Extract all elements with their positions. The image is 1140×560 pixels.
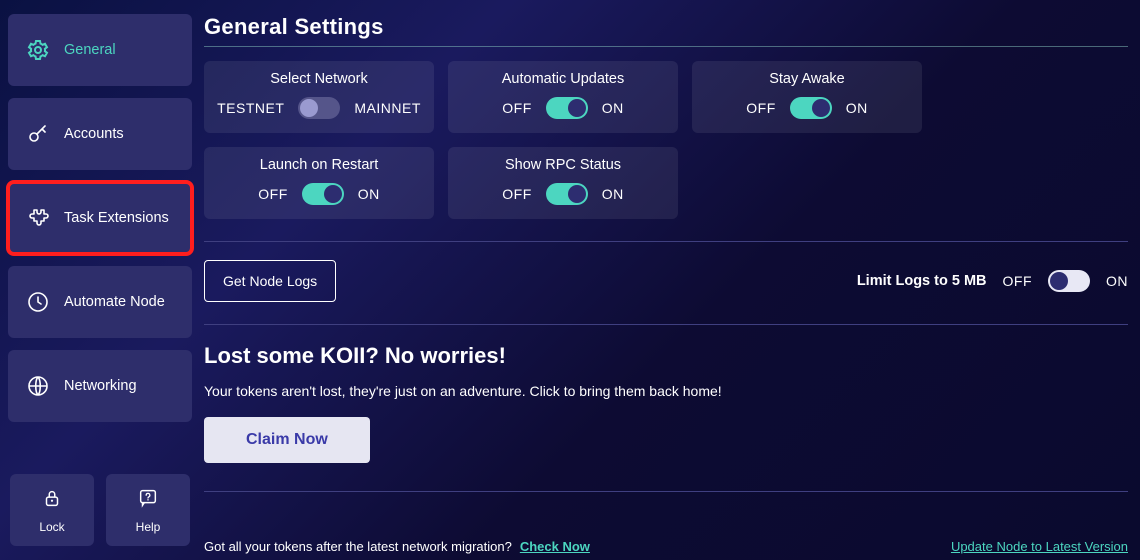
sidebar-item-label: Networking bbox=[64, 378, 137, 394]
toggle-left-label: OFF bbox=[502, 100, 532, 116]
toggle-right-label: ON bbox=[1106, 273, 1128, 289]
page-title: General Settings bbox=[204, 14, 1128, 40]
toggle-launch-on-restart[interactable] bbox=[302, 183, 344, 205]
toggle-select-network[interactable] bbox=[298, 97, 340, 119]
card-stay-awake: Stay Awake OFF ON bbox=[692, 61, 922, 133]
toggle-left-label: OFF bbox=[746, 100, 776, 116]
sidebar: General Accounts Task Extensions bbox=[0, 0, 200, 560]
footer-question: Got all your tokens after the latest net… bbox=[204, 539, 512, 554]
toggle-right-label: ON bbox=[602, 186, 624, 202]
card-show-rpc-status: Show RPC Status OFF ON bbox=[448, 147, 678, 219]
toggle-left-label: TESTNET bbox=[217, 100, 284, 116]
sidebar-item-general[interactable]: General bbox=[8, 14, 192, 86]
sidebar-item-networking[interactable]: Networking bbox=[8, 350, 192, 422]
card-launch-on-restart: Launch on Restart OFF ON bbox=[204, 147, 434, 219]
globe-icon bbox=[26, 374, 50, 398]
lock-button[interactable]: Lock bbox=[10, 474, 94, 546]
toggle-right-label: ON bbox=[358, 186, 380, 202]
get-node-logs-button[interactable]: Get Node Logs bbox=[204, 260, 336, 302]
help-label: Help bbox=[136, 520, 161, 534]
toggle-left-label: OFF bbox=[1003, 273, 1033, 289]
toggle-left-label: OFF bbox=[258, 186, 288, 202]
claim-now-button[interactable]: Claim Now bbox=[204, 417, 370, 463]
clock-icon bbox=[26, 290, 50, 314]
sidebar-item-accounts[interactable]: Accounts bbox=[8, 98, 192, 170]
card-title: Stay Awake bbox=[769, 71, 845, 87]
card-title: Automatic Updates bbox=[502, 71, 625, 87]
settings-cards: Select Network TESTNET MAINNET Automatic… bbox=[204, 61, 1128, 219]
card-automatic-updates: Automatic Updates OFF ON bbox=[448, 61, 678, 133]
sidebar-item-task-extensions[interactable]: Task Extensions bbox=[8, 182, 192, 254]
card-select-network: Select Network TESTNET MAINNET bbox=[204, 61, 434, 133]
card-title: Select Network bbox=[270, 71, 368, 87]
card-title: Show RPC Status bbox=[505, 157, 621, 173]
lock-icon bbox=[41, 487, 63, 514]
check-now-link[interactable]: Check Now bbox=[520, 539, 590, 554]
toggle-right-label: MAINNET bbox=[354, 100, 421, 116]
divider bbox=[204, 241, 1128, 242]
toggle-right-label: ON bbox=[602, 100, 624, 116]
lost-koii-section: Lost some KOII? No worries! Your tokens … bbox=[204, 343, 1128, 463]
update-node-link[interactable]: Update Node to Latest Version bbox=[951, 539, 1128, 554]
card-title: Launch on Restart bbox=[260, 157, 379, 173]
gear-icon bbox=[26, 38, 50, 62]
sidebar-item-label: Accounts bbox=[64, 126, 124, 142]
help-icon bbox=[137, 487, 159, 514]
lost-heading: Lost some KOII? No worries! bbox=[204, 343, 1128, 369]
divider bbox=[204, 324, 1128, 325]
sidebar-item-label: Automate Node bbox=[64, 294, 165, 310]
toggle-stay-awake[interactable] bbox=[790, 97, 832, 119]
toggle-limit-logs[interactable] bbox=[1048, 270, 1090, 292]
limit-logs-group: Limit Logs to 5 MB OFF ON bbox=[857, 270, 1128, 292]
divider bbox=[204, 46, 1128, 47]
lost-subtext: Your tokens aren't lost, they're just on… bbox=[204, 383, 1128, 399]
main-content: General Settings Select Network TESTNET … bbox=[200, 0, 1140, 560]
sidebar-item-automate-node[interactable]: Automate Node bbox=[8, 266, 192, 338]
toggle-left-label: OFF bbox=[502, 186, 532, 202]
help-button[interactable]: Help bbox=[106, 474, 190, 546]
puzzle-icon bbox=[26, 206, 50, 230]
toggle-automatic-updates[interactable] bbox=[546, 97, 588, 119]
toggle-right-label: ON bbox=[846, 100, 868, 116]
sidebar-item-label: Task Extensions bbox=[64, 210, 169, 226]
lock-label: Lock bbox=[39, 520, 64, 534]
key-icon bbox=[26, 122, 50, 146]
divider bbox=[204, 491, 1128, 492]
sidebar-item-label: General bbox=[64, 42, 116, 58]
toggle-show-rpc-status[interactable] bbox=[546, 183, 588, 205]
limit-logs-label: Limit Logs to 5 MB bbox=[857, 273, 987, 289]
